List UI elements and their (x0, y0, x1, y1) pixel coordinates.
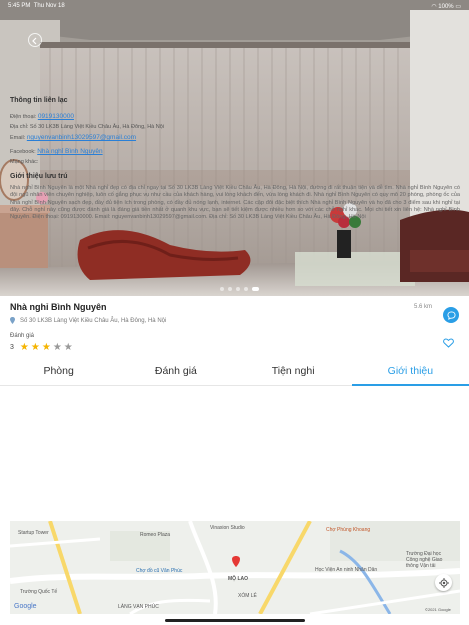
address-row: Địa chỉ: Số 30 LK3B Làng Việt Kiều Châu … (10, 124, 164, 130)
tab-gioi-thieu[interactable]: Giới thiệu (351, 360, 469, 386)
star-icon: ★ (52, 342, 62, 353)
tab-danh-gia[interactable]: Đánh giá (117, 360, 234, 385)
google-logo: Google (14, 603, 37, 610)
tab-tien-nghi[interactable]: Tiện nghi (235, 360, 352, 385)
facebook-row: Facebook: Nhà nghỉ Bình Nguyên (10, 148, 103, 155)
email-link[interactable]: nguyenvanbinh13029597@gmail.com (27, 134, 136, 141)
status-time: 5:45 PM (8, 3, 31, 9)
battery-icon: ▭ (455, 4, 461, 10)
intro-description: Nhà nghỉ Bình Nguyên là một Nhà nghỉ đẹp… (10, 185, 460, 221)
phone-row: Điện thoại: 0919130000 (10, 113, 74, 120)
locate-button[interactable] (435, 574, 452, 591)
hotel-address-row: Số 30 LK3B Làng Việt Kiều Châu Âu, Hà Đô… (10, 317, 166, 324)
rating-stars: 3 ★ ★ ★ ★ ★ (10, 342, 73, 353)
contact-section-title: Thông tin liên lạc (10, 97, 68, 104)
star-icon: ★ (41, 342, 51, 353)
wifi-icon: ◠ (431, 4, 437, 10)
rating-value: 3 (10, 344, 14, 351)
heart-icon[interactable] (443, 338, 454, 348)
star-icon: ★ (63, 342, 73, 353)
intro-section-title: Giới thiệu lưu trú (10, 173, 68, 180)
facebook-link[interactable]: Nhà nghỉ Bình Nguyên (37, 148, 102, 155)
location-pin-icon (10, 317, 15, 324)
detail-tabs: Phòng Đánh giá Tiện nghi Giới thiệu (0, 360, 469, 386)
status-right: ◠ 100% ▭ (431, 3, 461, 10)
back-button[interactable] (28, 33, 42, 47)
other-networks: Mạng khác: (10, 159, 39, 165)
star-icon: ★ (30, 342, 40, 353)
status-bar: 5:45 PM Thu Nov 18 ◠ 100% ▭ (0, 0, 469, 14)
location-map[interactable]: Startup Tower Romeo Plaza Vinaxion Studi… (10, 521, 460, 614)
hotel-name: Nhà nghỉ Bình Nguyên (10, 302, 107, 312)
intro-content: Thông tin liên lạc Điện thoại: 091913000… (10, 97, 460, 221)
phone-link[interactable]: 0919130000 (38, 113, 74, 120)
battery-percent: 100% (438, 4, 454, 10)
chevron-left-icon (32, 37, 37, 45)
rating-label: Đánh giá (10, 333, 35, 339)
carousel-indicator[interactable] (220, 287, 259, 291)
distance-label: 5.6 km (414, 304, 433, 310)
star-icon: ★ (19, 342, 29, 353)
status-date: Thu Nov 18 (33, 3, 65, 9)
map-roads (10, 521, 460, 614)
contact-address: Số 30 LK3B Làng Việt Kiều Châu Âu, Hà Đô… (29, 124, 164, 130)
chat-icon (446, 310, 456, 320)
tab-phong[interactable]: Phòng (0, 360, 117, 385)
map-copyright: ©2021 Google (425, 607, 451, 612)
chat-button[interactable] (443, 307, 459, 323)
hotel-address: Số 30 LK3B Làng Việt Kiều Châu Âu, Hà Đô… (20, 317, 167, 324)
email-row: Email: nguyenvanbinh13029597@gmail.com (10, 134, 137, 141)
home-indicator (165, 619, 305, 622)
crosshair-icon (438, 577, 449, 588)
